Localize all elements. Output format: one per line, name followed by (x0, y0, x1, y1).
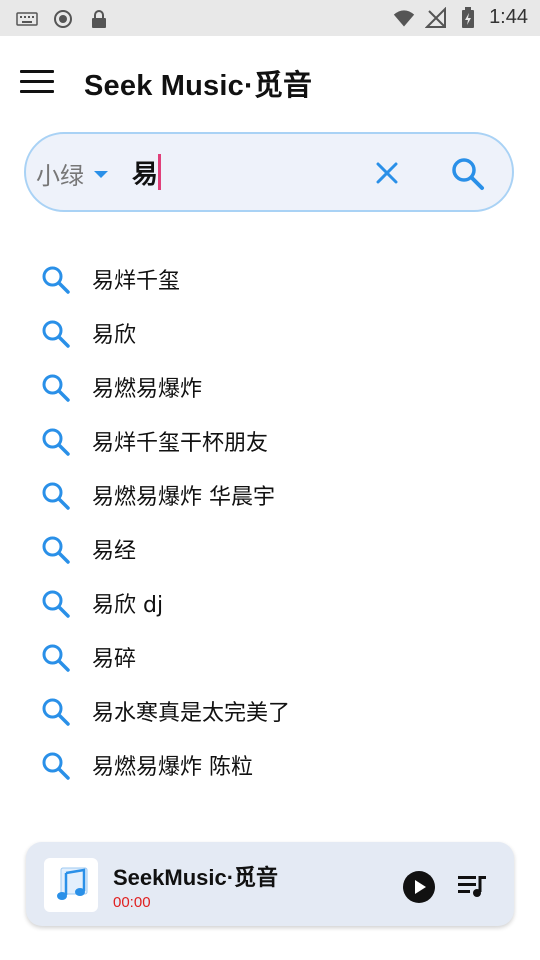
search-icon (40, 480, 72, 512)
keyboard-icon (16, 8, 38, 30)
suggestion-item[interactable]: 易欣 (0, 306, 540, 360)
suggestion-item[interactable]: 易烊千玺 (0, 252, 540, 306)
app-bar: Seek Music·觅音 (0, 36, 540, 126)
app-title: Seek Music·觅音 (84, 70, 313, 102)
source-dropdown[interactable]: 小绿 (36, 156, 108, 191)
suggestion-text: 易水寒真是太完美了 (92, 701, 291, 726)
search-icon (40, 534, 72, 566)
suggestion-item[interactable]: 易燃易爆炸 (0, 360, 540, 414)
search-bar: 小绿 (24, 132, 514, 212)
close-icon[interactable] (372, 158, 402, 188)
search-icon (40, 372, 72, 404)
suggestion-text: 易欣 dj (92, 593, 164, 618)
playlist-icon[interactable] (456, 872, 488, 902)
text-cursor (158, 154, 161, 190)
suggestion-text: 易燃易爆炸 陈粒 (92, 755, 253, 780)
suggestion-item[interactable]: 易烊千玺干杯朋友 (0, 414, 540, 468)
search-icon (40, 264, 72, 296)
no-signal-icon (425, 6, 447, 29)
suggestion-text: 易烊千玺 (92, 269, 181, 294)
search-icon[interactable] (450, 156, 486, 192)
suggestion-text: 易欣 (92, 323, 137, 348)
dropdown-arrow-icon (94, 171, 108, 178)
record-icon (52, 8, 74, 30)
hamburger-menu-icon[interactable] (20, 70, 54, 94)
suggestion-list: 易烊千玺 易欣 易燃易爆炸 易烊千玺干杯朋友 易燃易爆炸 华晨宇 易经 易欣 d… (0, 252, 540, 792)
mini-player[interactable]: SeekMusic·觅音 00:00 (26, 842, 514, 926)
suggestion-text: 易碎 (92, 647, 137, 672)
player-time: 00:00 (113, 894, 151, 911)
search-input[interactable] (130, 150, 352, 194)
suggestion-item[interactable]: 易燃易爆炸 陈粒 (0, 738, 540, 792)
suggestion-text: 易烊千玺干杯朋友 (92, 431, 269, 456)
search-icon (40, 750, 72, 782)
search-icon (40, 588, 72, 620)
music-note-icon (57, 867, 88, 900)
suggestion-item[interactable]: 易燃易爆炸 华晨宇 (0, 468, 540, 522)
lock-icon (88, 8, 110, 30)
wifi-icon (393, 7, 415, 29)
search-icon (40, 426, 72, 458)
album-cover[interactable] (44, 858, 98, 912)
search-icon (40, 642, 72, 674)
play-icon[interactable] (402, 870, 436, 904)
suggestion-text: 易燃易爆炸 华晨宇 (92, 485, 275, 510)
suggestion-text: 易经 (92, 539, 137, 564)
status-bar: 1:44 (0, 0, 540, 36)
battery-icon (457, 6, 479, 29)
search-icon (40, 696, 72, 728)
suggestion-item[interactable]: 易碎 (0, 630, 540, 684)
search-icon (40, 318, 72, 350)
suggestion-item[interactable]: 易水寒真是太完美了 (0, 684, 540, 738)
player-title: SeekMusic·觅音 (113, 865, 279, 890)
suggestion-item[interactable]: 易欣 dj (0, 576, 540, 630)
status-time: 1:44 (489, 6, 528, 28)
suggestion-item[interactable]: 易经 (0, 522, 540, 576)
source-label: 小绿 (36, 162, 84, 190)
suggestion-text: 易燃易爆炸 (92, 377, 203, 402)
